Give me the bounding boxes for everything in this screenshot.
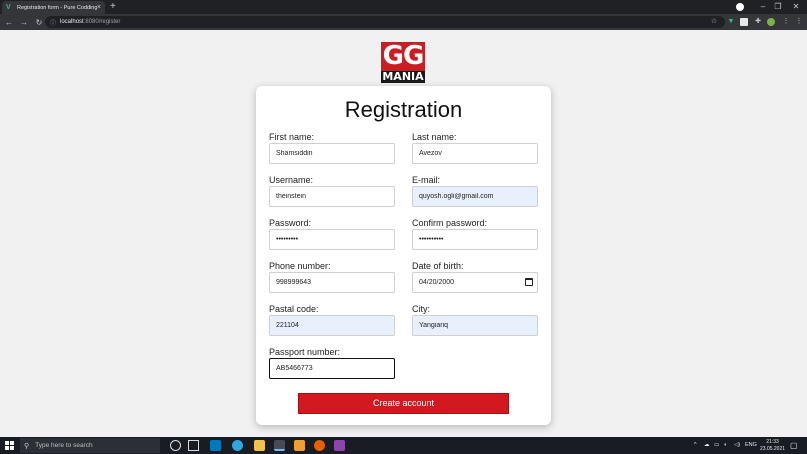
calendar-icon[interactable] [525, 278, 533, 286]
vue-logo-icon: V [6, 4, 11, 11]
postal-code-field[interactable] [269, 315, 395, 336]
clock-time: 21:33 [766, 439, 779, 445]
password-field[interactable] [269, 229, 395, 250]
email-field[interactable] [412, 186, 538, 207]
back-button[interactable]: ← [3, 18, 15, 27]
clock[interactable]: 21:33 23.05.2021 [760, 439, 785, 453]
confirm-password-label: Confirm password: [412, 218, 488, 228]
new-tab-button[interactable]: + [110, 1, 116, 13]
search-placeholder: Type here to search [35, 442, 93, 449]
windows-taskbar: ⚲ Type here to search ^ ☁ ▭ ◐ ◁) ENG 21:… [0, 437, 807, 454]
file-explorer-icon[interactable] [254, 440, 265, 451]
address-bar[interactable]: ⓘ localhost :8080/register [45, 16, 725, 28]
app-icon[interactable] [334, 440, 345, 451]
extensions-puzzle-icon[interactable]: ✚ [754, 18, 762, 26]
profile-icon[interactable] [767, 18, 775, 26]
extension-icon[interactable] [740, 18, 748, 26]
sublime-icon[interactable] [294, 440, 305, 451]
profile-record-icon[interactable] [736, 3, 744, 11]
url-host: localhost [60, 19, 84, 25]
windows-start-icon[interactable] [5, 441, 14, 450]
chrome-icon[interactable] [274, 440, 285, 451]
phone-label: Phone number: [269, 261, 331, 271]
close-window-button[interactable]: ✕ [785, 0, 807, 14]
star-icon[interactable]: ☆ [710, 18, 718, 26]
city-field[interactable] [412, 315, 538, 336]
passport-field[interactable] [269, 358, 395, 379]
username-label: Username: [269, 175, 314, 185]
network-icon[interactable]: ◐ [724, 437, 727, 454]
firefox-icon[interactable] [314, 440, 325, 451]
confirm-password-field[interactable] [412, 229, 538, 250]
language-indicator[interactable]: ENG [745, 437, 757, 454]
browser-tab-strip: V Registration form - Pure Codding × + –… [0, 0, 807, 14]
postal-code-label: Pastal code: [269, 304, 319, 314]
task-view-icon[interactable] [188, 440, 199, 451]
logo-bottom-text: MANIA [381, 70, 425, 83]
username-field[interactable] [269, 186, 395, 207]
clock-date: 23.05.2021 [760, 446, 786, 452]
passport-label: Passport number: [269, 347, 341, 357]
email-label: E-mail: [412, 175, 441, 185]
last-name-label: Last name: [412, 132, 457, 142]
phone-field[interactable] [269, 272, 395, 293]
more-icon[interactable]: ⋮ [795, 18, 803, 26]
gg-mania-logo: GG MANIA [381, 42, 425, 83]
tray-arrow-icon[interactable]: ^ [694, 437, 697, 454]
cortana-icon[interactable] [170, 440, 181, 451]
page-title: Registration [344, 97, 463, 122]
browser-tab[interactable]: V Registration form - Pure Codding × [2, 1, 105, 14]
logo-top-text: GG [381, 41, 425, 71]
vue-devtools-icon[interactable]: ▼ [727, 18, 735, 26]
search-icon: ⚲ [24, 442, 30, 450]
last-name-field[interactable] [412, 143, 538, 164]
dob-label: Date of birth: [412, 261, 464, 271]
telegram-icon[interactable] [232, 440, 243, 451]
notifications-icon[interactable]: ▢ [790, 437, 798, 454]
forward-button[interactable]: → [18, 18, 30, 27]
city-label: City: [412, 304, 430, 314]
first-name-field[interactable] [269, 143, 395, 164]
battery-icon[interactable]: ▭ [714, 437, 719, 454]
first-name-label: First name: [269, 132, 315, 142]
menu-icon[interactable]: ⋮ [782, 18, 790, 26]
site-info-icon[interactable]: ⓘ [50, 18, 56, 27]
reload-button[interactable]: ↻ [33, 18, 45, 27]
trello-icon[interactable] [210, 440, 221, 451]
registration-card: Registration First name: Last name: User… [256, 86, 551, 425]
date-of-birth-picker[interactable] [412, 272, 538, 293]
browser-toolbar: ← → ↻ ⓘ localhost :8080/register ☆ ▼ ✚ ⋮… [0, 14, 807, 30]
password-label: Password: [269, 218, 312, 228]
tab-title: Registration form - Pure Codding [17, 4, 97, 11]
taskbar-search[interactable]: ⚲ Type here to search [20, 438, 160, 453]
tab-close-icon[interactable]: × [97, 4, 101, 11]
url-path: :8080/register [83, 19, 121, 25]
dob-field[interactable] [412, 272, 538, 293]
volume-icon[interactable]: ◁) [734, 437, 740, 454]
create-account-button[interactable]: Create account [298, 393, 509, 414]
cloud-icon[interactable]: ☁ [704, 437, 710, 454]
